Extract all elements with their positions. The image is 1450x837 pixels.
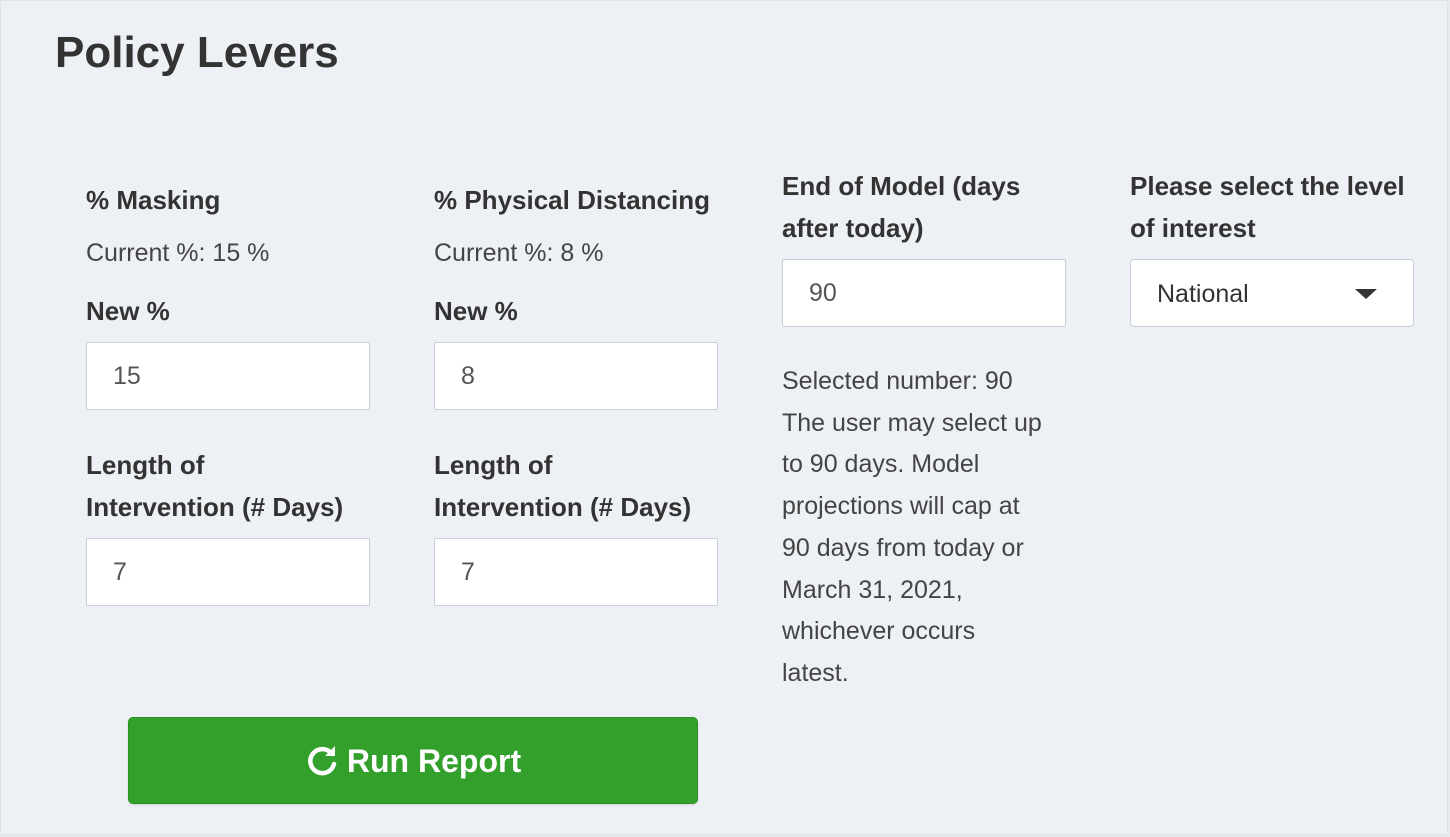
masking-length-label-line2: Intervention (# Days): [86, 492, 344, 522]
distancing-new-input[interactable]: [434, 342, 718, 410]
help-line: latest.: [782, 658, 849, 687]
masking-new-label: New %: [86, 296, 170, 326]
distancing-current-text: Current %: 8 %: [434, 239, 604, 267]
level-label-line2: of interest: [1130, 213, 1256, 243]
help-line: whichever occurs: [782, 617, 976, 646]
distancing-length-input[interactable]: [434, 538, 718, 606]
help-line: projections will cap at: [782, 492, 1020, 521]
policy-levers-panel: Policy Levers % Masking Current %: 15 % …: [0, 0, 1448, 835]
distancing-length-label-line2: Intervention (# Days): [434, 492, 692, 522]
level-label-line1: Please select the level: [1130, 171, 1405, 201]
help-line: Selected number: 90: [782, 367, 1013, 395]
distancing-label: % Physical Distancing: [434, 185, 710, 215]
run-report-label: Run Report: [346, 742, 522, 779]
level-selected-value: National: [1157, 280, 1249, 308]
masking-length-label-line1: Length of: [86, 450, 205, 480]
run-report-button[interactable]: Run Report: [128, 717, 698, 804]
end-of-model-input[interactable]: [782, 259, 1066, 327]
masking-length-input[interactable]: [86, 538, 370, 606]
end-of-model-label-line2: after today): [782, 213, 924, 243]
masking-current-text: Current %: 15 %: [86, 239, 270, 267]
page-title: Policy Levers: [55, 28, 339, 77]
help-line: to 90 days. Model: [782, 450, 980, 479]
refresh-icon: [308, 745, 337, 775]
distancing-new-label: New %: [434, 296, 518, 326]
end-of-model-label-line1: End of Model (days: [782, 171, 1021, 201]
masking-new-input[interactable]: [86, 342, 370, 410]
help-line: 90 days from today or: [782, 533, 1024, 562]
help-line: The user may select up: [782, 408, 1042, 437]
masking-label: % Masking: [86, 185, 221, 215]
end-of-model-help-text: Selected number: 90 The user may select …: [782, 361, 1082, 695]
level-select[interactable]: National: [1130, 259, 1414, 327]
caret-down-icon: [1355, 289, 1377, 299]
help-line: March 31, 2021,: [782, 575, 963, 604]
distancing-length-label-line1: Length of: [434, 450, 553, 480]
